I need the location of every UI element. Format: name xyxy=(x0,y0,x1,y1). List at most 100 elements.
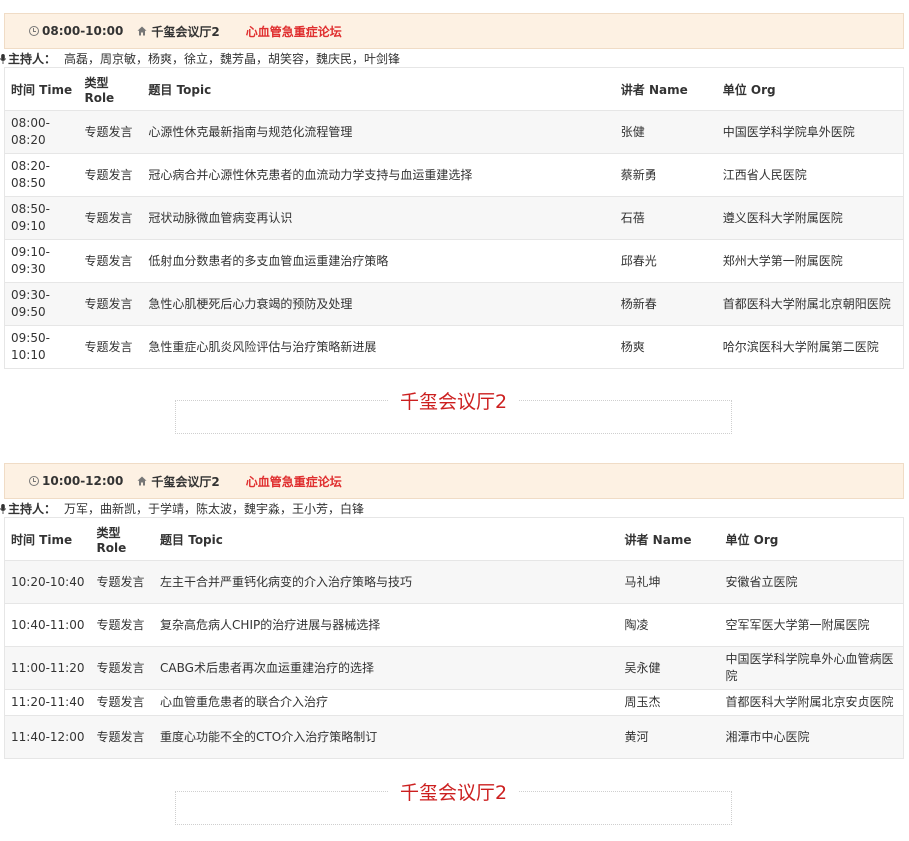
hosts-names: 高磊，周京敏，杨爽，徐立，魏芳晶，胡笑容，魏庆民，叶剑锋 xyxy=(64,51,401,66)
cell-time: 10:40-11:00 xyxy=(4,603,91,647)
session-time: 10:00-12:00 xyxy=(42,474,124,488)
cell-speaker: 蔡新勇 xyxy=(614,153,717,197)
cell-speaker: 邱春光 xyxy=(614,239,717,283)
home-icon xyxy=(137,26,147,36)
table-row: 08:00-08:20 专题发言 心源性休克最新指南与规范化流程管理 张健 中国… xyxy=(4,110,904,154)
header-time: 时间 Time xyxy=(4,517,91,561)
hosts-line: 主持人： 高磊，周京敏，杨爽，徐立，魏芳晶，胡笑容，魏庆民，叶剑锋 xyxy=(0,49,904,67)
header-speaker: 讲者 Name xyxy=(614,67,717,111)
clock-icon xyxy=(29,476,39,486)
header-org: 单位 Org xyxy=(719,517,904,561)
cell-org: 安徽省立医院 xyxy=(719,560,904,604)
cell-role: 专题发言 xyxy=(90,646,155,690)
cell-org: 哈尔滨医科大学附属第二医院 xyxy=(716,325,904,369)
cell-org: 空军军医大学第一附属医院 xyxy=(719,603,904,647)
microphone-icon xyxy=(0,503,7,514)
session-header: 08:00-10:00 千玺会议厅2 心血管急重症论坛 xyxy=(4,13,904,49)
hall-title: 千玺会议厅2 xyxy=(387,391,520,413)
cell-speaker: 陶凌 xyxy=(618,603,720,647)
cell-speaker: 黄河 xyxy=(618,715,720,759)
cell-role: 专题发言 xyxy=(90,715,155,759)
cell-role: 专题发言 xyxy=(78,110,143,154)
cell-org: 首都医科大学附属北京朝阳医院 xyxy=(716,282,904,326)
cell-org: 郑州大学第一附属医院 xyxy=(716,239,904,283)
header-time: 时间 Time xyxy=(4,67,79,111)
hosts-label: 主持人： xyxy=(8,501,57,516)
cell-org: 中国医学科学院阜外心血管病医院 xyxy=(719,646,904,690)
session-hall: 千玺会议厅2 xyxy=(151,474,220,489)
hall-title: 千玺会议厅2 xyxy=(387,782,520,804)
cell-topic: 冠心病合并心源性休克患者的血流动力学支持与血运重建选择 xyxy=(142,153,615,197)
session-hall: 千玺会议厅2 xyxy=(151,24,220,39)
microphone-icon xyxy=(0,53,7,64)
cell-org: 中国医学科学院阜外医院 xyxy=(716,110,904,154)
cell-time: 08:50-09:10 xyxy=(4,196,79,240)
cell-speaker: 吴永健 xyxy=(618,646,720,690)
agenda-table: 时间 Time 类型 Role 题目 Topic 讲者 Name 单位 Org … xyxy=(4,67,904,369)
table-header-row: 时间 Time 类型 Role 题目 Topic 讲者 Name 单位 Org xyxy=(4,517,904,561)
header-org: 单位 Org xyxy=(716,67,904,111)
cell-topic: 心血管重危患者的联合介入治疗 xyxy=(154,689,619,716)
cell-org: 江西省人民医院 xyxy=(716,153,904,197)
cell-speaker: 杨新春 xyxy=(614,282,717,326)
cell-role: 专题发言 xyxy=(90,560,155,604)
clock-icon xyxy=(29,26,39,36)
cell-topic: CABG术后患者再次血运重建治疗的选择 xyxy=(154,646,619,690)
table-row: 10:20-10:40 专题发言 左主干合并严重钙化病变的介入治疗策略与技巧 马… xyxy=(4,560,904,604)
cell-role: 专题发言 xyxy=(78,153,143,197)
cell-role: 专题发言 xyxy=(90,603,155,647)
hall-title-box-2: 千玺会议厅2 xyxy=(175,782,732,825)
table-row: 09:10-09:30 专题发言 低射血分数患者的多支血管血运重建治疗策略 邱春… xyxy=(4,239,904,283)
cell-speaker: 杨爽 xyxy=(614,325,717,369)
cell-role: 专题发言 xyxy=(90,689,155,716)
hosts-line: 主持人： 万军，曲新凯，于学靖，陈太波，魏宇淼，王小芳，白锋 xyxy=(0,499,904,517)
cell-topic: 左主干合并严重钙化病变的介入治疗策略与技巧 xyxy=(154,560,619,604)
cell-org: 湘潭市中心医院 xyxy=(719,715,904,759)
table-row: 09:50-10:10 专题发言 急性重症心肌炎风险评估与治疗策略新进展 杨爽 … xyxy=(4,325,904,369)
cell-time: 10:20-10:40 xyxy=(4,560,91,604)
table-row: 11:00-11:20 专题发言 CABG术后患者再次血运重建治疗的选择 吴永健… xyxy=(4,646,904,690)
cell-topic: 重度心功能不全的CTO介入治疗策略制订 xyxy=(154,715,619,759)
cell-topic: 冠状动脉微血管病变再认识 xyxy=(142,196,615,240)
session-block-1: 08:00-10:00 千玺会议厅2 心血管急重症论坛 主持人： 高磊，周京敏，… xyxy=(0,13,904,369)
cell-role: 专题发言 xyxy=(78,282,143,326)
table-row: 08:50-09:10 专题发言 冠状动脉微血管病变再认识 石蓓 遵义医科大学附… xyxy=(4,196,904,240)
session-time: 08:00-10:00 xyxy=(42,24,124,38)
agenda-table: 时间 Time 类型 Role 题目 Topic 讲者 Name 单位 Org … xyxy=(4,517,904,759)
cell-topic: 急性重症心肌炎风险评估与治疗策略新进展 xyxy=(142,325,615,369)
table-row: 11:40-12:00 专题发言 重度心功能不全的CTO介入治疗策略制订 黄河 … xyxy=(4,715,904,759)
cell-time: 11:40-12:00 xyxy=(4,715,91,759)
table-row: 10:40-11:00 专题发言 复杂高危病人CHIP的治疗进展与器械选择 陶凌… xyxy=(4,603,904,647)
cell-speaker: 周玉杰 xyxy=(618,689,720,716)
header-speaker: 讲者 Name xyxy=(618,517,720,561)
cell-topic: 急性心肌梗死后心力衰竭的预防及处理 xyxy=(142,282,615,326)
table-row: 11:20-11:40 专题发言 心血管重危患者的联合介入治疗 周玉杰 首都医科… xyxy=(4,689,904,716)
cell-topic: 复杂高危病人CHIP的治疗进展与器械选择 xyxy=(154,603,619,647)
hall-title-box-1: 千玺会议厅2 xyxy=(175,391,732,434)
cell-time: 09:50-10:10 xyxy=(4,325,79,369)
cell-speaker: 张健 xyxy=(614,110,717,154)
hosts-names: 万军，曲新凯，于学靖，陈太波，魏宇淼，王小芳，白锋 xyxy=(64,501,365,516)
cell-time: 11:00-11:20 xyxy=(4,646,91,690)
cell-speaker: 石蓓 xyxy=(614,196,717,240)
cell-role: 专题发言 xyxy=(78,239,143,283)
cell-topic: 心源性休克最新指南与规范化流程管理 xyxy=(142,110,615,154)
cell-time: 08:20-08:50 xyxy=(4,153,79,197)
header-topic: 题目 Topic xyxy=(154,517,619,561)
session-forum: 心血管急重症论坛 xyxy=(245,474,342,489)
cell-time: 08:00-08:20 xyxy=(4,110,79,154)
cell-time: 11:20-11:40 xyxy=(4,689,91,716)
cell-speaker: 马礼坤 xyxy=(618,560,720,604)
table-row: 08:20-08:50 专题发言 冠心病合并心源性休克患者的血流动力学支持与血运… xyxy=(4,153,904,197)
hosts-label: 主持人： xyxy=(8,51,57,66)
cell-role: 专题发言 xyxy=(78,196,143,240)
session-header: 10:00-12:00 千玺会议厅2 心血管急重症论坛 xyxy=(4,463,904,499)
cell-org: 遵义医科大学附属医院 xyxy=(716,196,904,240)
table-header-row: 时间 Time 类型 Role 题目 Topic 讲者 Name 单位 Org xyxy=(4,67,904,111)
table-row: 09:30-09:50 专题发言 急性心肌梗死后心力衰竭的预防及处理 杨新春 首… xyxy=(4,282,904,326)
home-icon xyxy=(137,476,147,486)
cell-time: 09:10-09:30 xyxy=(4,239,79,283)
session-block-2: 10:00-12:00 千玺会议厅2 心血管急重症论坛 主持人： 万军，曲新凯，… xyxy=(0,463,904,759)
session-forum: 心血管急重症论坛 xyxy=(245,24,342,39)
header-role: 类型 Role xyxy=(78,67,143,111)
